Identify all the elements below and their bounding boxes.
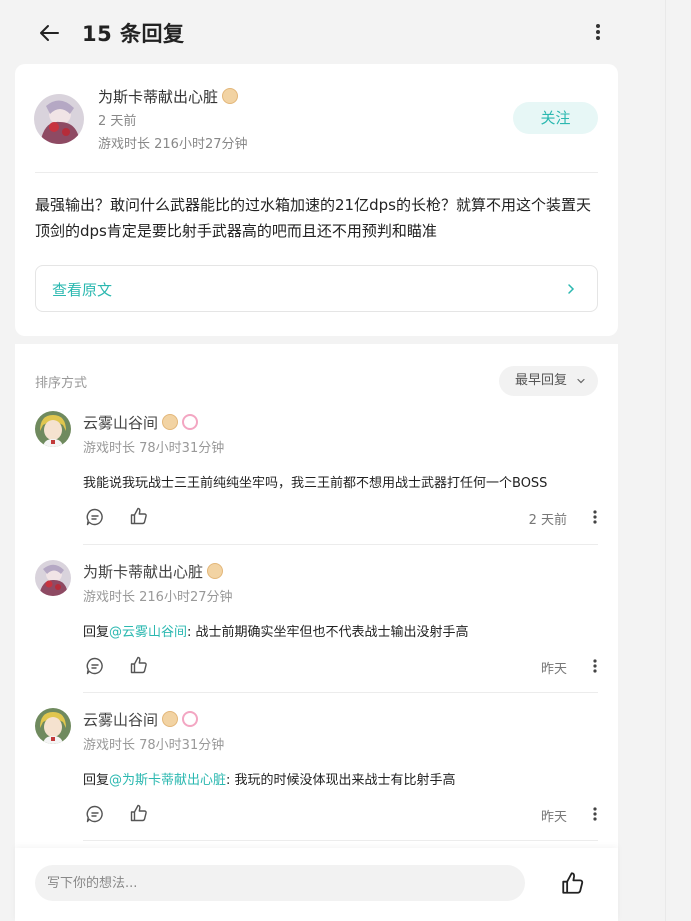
reply-content: : 我玩的时候没体现出来战士有比射手高	[226, 773, 456, 788]
reply-item: 为斯卡蒂献出心脏 游戏时长 216小时27分钟 回复@云雾山谷间: 战士前期确实…	[15, 560, 618, 680]
sort-dropdown[interactable]: 最早回复	[499, 366, 598, 396]
comment-bubble-icon	[86, 508, 103, 526]
thumbs-up-icon	[562, 872, 584, 894]
sort-label: 排序方式	[35, 376, 88, 391]
arrow-left-icon	[40, 25, 59, 41]
reply-content: : 战士前期确实坐牢但也不代表战士输出没射手高	[187, 625, 469, 640]
reply-timestamp: 昨天	[540, 810, 567, 825]
reply-text: 回复@云雾山谷间: 战士前期确实坐牢但也不代表战士输出没射手高	[83, 621, 603, 640]
author-playtime: 游戏时长 216小时27分钟	[98, 137, 248, 152]
level-badge-icon	[207, 563, 224, 579]
reply-playtime: 游戏时长 216小时27分钟	[83, 590, 233, 605]
view-original-button[interactable]: 查看原文	[35, 265, 598, 312]
comment-input[interactable]	[35, 865, 525, 901]
reply-more-button[interactable]	[589, 804, 601, 824]
mention-link[interactable]: @为斯卡蒂献出心脏	[109, 773, 226, 788]
thumbs-up-icon	[130, 507, 147, 525]
divider	[83, 692, 598, 693]
reply-author-text: 为斯卡蒂献出心脏	[83, 563, 204, 581]
divider	[35, 172, 598, 173]
reply-prefix: 回复	[83, 773, 110, 788]
follow-button[interactable]: 关注	[513, 102, 598, 134]
page-title: 15 条回复	[82, 22, 185, 46]
author-name[interactable]: 为斯卡蒂献出心脏	[98, 86, 239, 107]
comment-composer	[15, 848, 618, 921]
view-original-label: 查看原文	[52, 281, 113, 299]
post-body: 最强输出？敢问什么武器能比的过水箱加速的21亿dps的长枪？就算不用这个装置天顶…	[35, 196, 591, 240]
creator-badge-icon	[182, 414, 199, 430]
sort-selected: 最早回复	[515, 373, 568, 388]
reply-author-text: 云雾山谷间	[83, 414, 159, 432]
level-badge-icon	[222, 88, 239, 104]
reply-author[interactable]: 为斯卡蒂献出心脏	[83, 561, 224, 582]
reply-author[interactable]: 云雾山谷间	[83, 412, 199, 433]
header-bar: 15 条回复	[0, 0, 691, 64]
reply-avatar[interactable]	[35, 560, 71, 596]
level-badge-icon	[162, 711, 179, 727]
author-avatar[interactable]	[34, 94, 84, 144]
reply-prefix: 回复	[83, 625, 110, 640]
reply-playtime: 游戏时长 78小时31分钟	[83, 441, 225, 456]
more-vertical-icon	[593, 510, 597, 524]
reply-author-text: 云雾山谷间	[83, 711, 159, 729]
comment-bubble-icon	[86, 805, 103, 823]
reply-comment-button[interactable]	[85, 507, 105, 527]
thumbs-up-icon	[130, 656, 147, 674]
reply-avatar[interactable]	[35, 411, 71, 447]
reply-more-button[interactable]	[589, 656, 601, 676]
mention-link[interactable]: @云雾山谷间	[109, 625, 187, 640]
creator-badge-icon	[182, 711, 199, 727]
more-options-button[interactable]	[586, 18, 610, 46]
chevron-down-icon	[577, 378, 585, 384]
back-button[interactable]	[34, 18, 64, 48]
reply-comment-button[interactable]	[85, 804, 105, 824]
reply-item: 云雾山谷间 游戏时长 78小时31分钟 回复@为斯卡蒂献出心脏: 我玩的时候没体…	[15, 708, 618, 828]
more-vertical-icon	[596, 24, 600, 40]
reply-like-button[interactable]	[129, 803, 149, 823]
avatar-image	[35, 708, 71, 744]
reply-timestamp: 昨天	[540, 662, 567, 677]
avatar-image	[34, 94, 84, 144]
comment-bubble-icon	[86, 657, 103, 675]
reply-content: 我能说我玩战士三王前纯纯坐牢吗，我三王前都不想用战士武器打任何一个BOSS	[83, 476, 548, 491]
reply-like-button[interactable]	[129, 506, 149, 526]
post-card: 为斯卡蒂献出心脏 2 天前 游戏时长 216小时27分钟 关注 最强输出？敢问什…	[15, 64, 618, 336]
thumbs-up-icon	[130, 804, 147, 822]
reply-item: 云雾山谷间 游戏时长 78小时31分钟 我能说我玩战士三王前纯纯坐牢吗，我三王前…	[15, 411, 618, 531]
reply-text: 我能说我玩战士三王前纯纯坐牢吗，我三王前都不想用战士武器打任何一个BOSS	[83, 472, 603, 491]
like-post-button[interactable]	[560, 870, 586, 896]
reply-like-button[interactable]	[129, 655, 149, 675]
reply-playtime: 游戏时长 78小时31分钟	[83, 738, 225, 753]
level-badge-icon	[162, 414, 179, 430]
replies-section: 排序方式 最早回复 云雾山谷间 游戏时长 78小时31分钟 我能说我玩战士三王前…	[15, 344, 618, 854]
reply-comment-button[interactable]	[85, 656, 105, 676]
reply-more-button[interactable]	[589, 507, 601, 527]
more-vertical-icon	[593, 807, 597, 821]
avatar-image	[35, 411, 71, 447]
reply-text: 回复@为斯卡蒂献出心脏: 我玩的时候没体现出来战士有比射手高	[83, 769, 603, 788]
divider	[83, 544, 598, 545]
chevron-right-icon	[568, 284, 575, 294]
avatar-image	[35, 560, 71, 596]
reply-author[interactable]: 云雾山谷间	[83, 709, 199, 730]
more-vertical-icon	[593, 659, 597, 673]
window-edge	[665, 0, 666, 921]
post-date: 2 天前	[98, 114, 137, 129]
reply-timestamp: 2 天前	[528, 513, 567, 528]
reply-avatar[interactable]	[35, 708, 71, 744]
divider	[83, 840, 598, 841]
author-name-text: 为斯卡蒂献出心脏	[98, 88, 219, 106]
